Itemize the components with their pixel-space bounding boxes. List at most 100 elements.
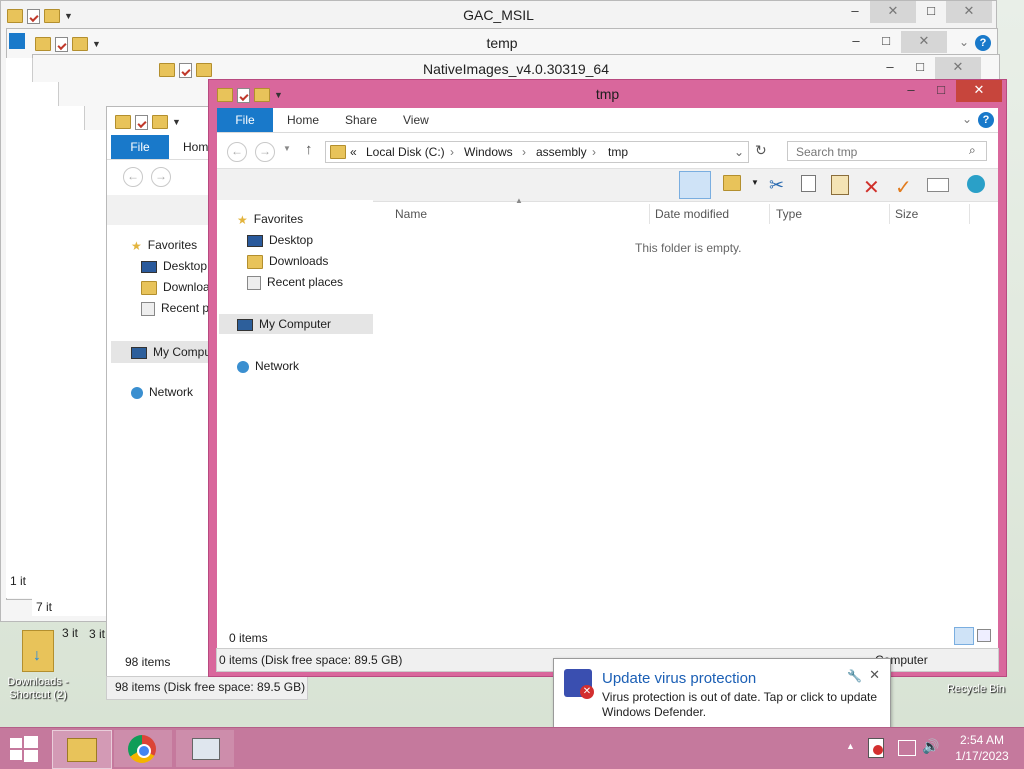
tmp-explorer-window[interactable]: ▼ tmp – □ ✕ File Home Share View ⌄ ? ← →…: [208, 79, 1007, 677]
start-button[interactable]: [10, 736, 40, 762]
nav-favorites[interactable]: ★ Favorites: [131, 238, 197, 253]
column-header-type[interactable]: Type: [776, 204, 802, 224]
tab-home[interactable]: Home: [287, 108, 319, 132]
breadcrumb-local-disk[interactable]: Local Disk (C:): [366, 142, 445, 162]
search-input[interactable]: Search tmp: [787, 141, 987, 161]
chevron-down-icon[interactable]: ▼: [172, 117, 181, 127]
desktop-icon-recycle-bin[interactable]: Recycle Bin: [940, 683, 1012, 696]
properties-icon[interactable]: [55, 36, 68, 52]
file-tab-edge[interactable]: [9, 33, 25, 49]
close-button[interactable]: ✕: [935, 57, 981, 79]
shell-icon[interactable]: [967, 175, 989, 195]
forward-button[interactable]: →: [255, 142, 275, 162]
nav-network[interactable]: Network: [237, 356, 299, 376]
column-divider[interactable]: [769, 204, 770, 224]
help-icon[interactable]: ?: [975, 35, 991, 51]
maximize-button[interactable]: □: [926, 80, 956, 102]
back-button[interactable]: ←: [227, 142, 247, 162]
taskbar-performance-monitor[interactable]: [176, 730, 234, 767]
nav-desktop[interactable]: Desktop: [247, 230, 313, 250]
column-header-size[interactable]: Size: [895, 204, 918, 224]
details-view-button[interactable]: [954, 627, 974, 645]
column-divider[interactable]: [969, 204, 970, 224]
new-folder-icon[interactable]: [152, 115, 168, 129]
paste-icon[interactable]: [831, 175, 853, 195]
network-tray-icon[interactable]: [898, 740, 916, 756]
file-tab[interactable]: File: [111, 135, 169, 159]
tab-share[interactable]: Share: [345, 108, 377, 132]
search-icon[interactable]: ⌕: [969, 143, 976, 158]
clock[interactable]: 2:54 AM 1/17/2023: [944, 732, 1020, 764]
cut-icon[interactable]: ✂: [769, 175, 791, 195]
maximize-button[interactable]: □: [905, 57, 935, 79]
preview-pane-icon[interactable]: [679, 171, 711, 199]
cascade-window[interactable]: [32, 82, 59, 616]
cascade-window[interactable]: [6, 58, 33, 598]
minimize-button[interactable]: –: [896, 80, 926, 102]
close-icon[interactable]: ✕: [869, 667, 880, 683]
nav-my-computer[interactable]: My Computer: [219, 314, 373, 334]
minimize-button[interactable]: –: [841, 31, 871, 53]
breadcrumb-assembly[interactable]: assembly: [536, 142, 587, 162]
defender-notification[interactable]: ✕ Update virus protection Virus protecti…: [553, 658, 891, 730]
cascade-window[interactable]: [58, 106, 85, 616]
breadcrumb-tmp[interactable]: tmp: [608, 142, 628, 162]
show-hidden-icons[interactable]: ▲: [846, 741, 855, 751]
folder-options-icon[interactable]: [723, 175, 745, 195]
close-button[interactable]: ✕: [901, 31, 947, 53]
new-folder-icon[interactable]: [196, 63, 212, 77]
refresh-icon[interactable]: ↻: [755, 142, 767, 159]
chevron-down-icon[interactable]: ▼: [64, 11, 73, 21]
nav-downloads[interactable]: Downloads: [247, 251, 328, 271]
column-header-name[interactable]: Name: [395, 204, 427, 224]
new-folder-icon[interactable]: [72, 37, 88, 51]
chevron-down-icon[interactable]: ▼: [92, 39, 101, 49]
action-center-warning-icon[interactable]: [868, 738, 884, 758]
breadcrumb-windows[interactable]: Windows: [464, 142, 513, 162]
minimize-button[interactable]: –: [840, 1, 870, 23]
breadcrumb-overflow[interactable]: «: [350, 142, 357, 162]
up-arrow-icon[interactable]: ↑: [305, 141, 313, 158]
checkmark-icon[interactable]: ✓: [895, 175, 917, 199]
maximize-button[interactable]: □: [871, 31, 901, 53]
column-divider[interactable]: [649, 204, 650, 224]
delete-icon[interactable]: ✕: [863, 175, 885, 199]
recent-locations-icon[interactable]: ▼: [283, 144, 291, 153]
help-icon[interactable]: ?: [978, 112, 994, 128]
new-folder-icon[interactable]: [44, 9, 60, 23]
close-button[interactable]: ✕: [870, 1, 916, 23]
tab-view[interactable]: View: [403, 108, 429, 132]
properties-icon[interactable]: [179, 62, 192, 78]
rename-icon[interactable]: [927, 175, 949, 195]
column-header-date[interactable]: Date modified: [655, 204, 729, 224]
address-bar[interactable]: « Local Disk (C:) › Windows › assembly ›…: [325, 141, 749, 163]
close-button[interactable]: ✕: [956, 80, 1002, 102]
properties-icon[interactable]: [135, 114, 148, 130]
chevron-down-icon[interactable]: ⌄: [959, 35, 969, 49]
large-icons-view-button[interactable]: [977, 629, 991, 642]
maximize-button[interactable]: □: [916, 1, 946, 23]
close-button-2[interactable]: ✕: [946, 1, 992, 23]
chevron-down-icon[interactable]: ▼: [751, 178, 759, 187]
nav-desktop[interactable]: Desktop: [141, 259, 207, 273]
copy-icon[interactable]: [801, 175, 823, 195]
volume-icon[interactable]: 🔊: [922, 738, 939, 755]
nav-favorites[interactable]: ★ Favorites: [237, 209, 303, 229]
back-explorer-window[interactable]: ▼ File Home ← → ★ Favorites Desktop Downl…: [89, 106, 215, 700]
back-button[interactable]: ←: [123, 167, 143, 187]
taskbar-file-explorer[interactable]: [52, 730, 112, 769]
desktop-icon-downloads-shortcut[interactable]: ↓ Downloads - Shortcut (2): [2, 630, 74, 702]
nav-downloads[interactable]: Downloa: [141, 280, 210, 295]
nav-computer[interactable]: My Compu: [111, 341, 211, 363]
properties-icon[interactable]: [27, 8, 40, 24]
nav-recent[interactable]: Recent p: [141, 301, 209, 316]
nav-recent-places[interactable]: Recent places: [247, 272, 343, 292]
nav-network[interactable]: Network: [131, 385, 193, 399]
pin-icon[interactable]: 🔧: [847, 669, 862, 683]
file-tab[interactable]: File: [217, 108, 273, 132]
ribbon-expand-icon[interactable]: ⌄: [962, 112, 972, 126]
taskbar-chrome[interactable]: [114, 730, 172, 767]
address-dropdown-icon[interactable]: ⌄: [734, 142, 744, 162]
column-divider[interactable]: [889, 204, 890, 224]
forward-button[interactable]: →: [151, 167, 171, 187]
